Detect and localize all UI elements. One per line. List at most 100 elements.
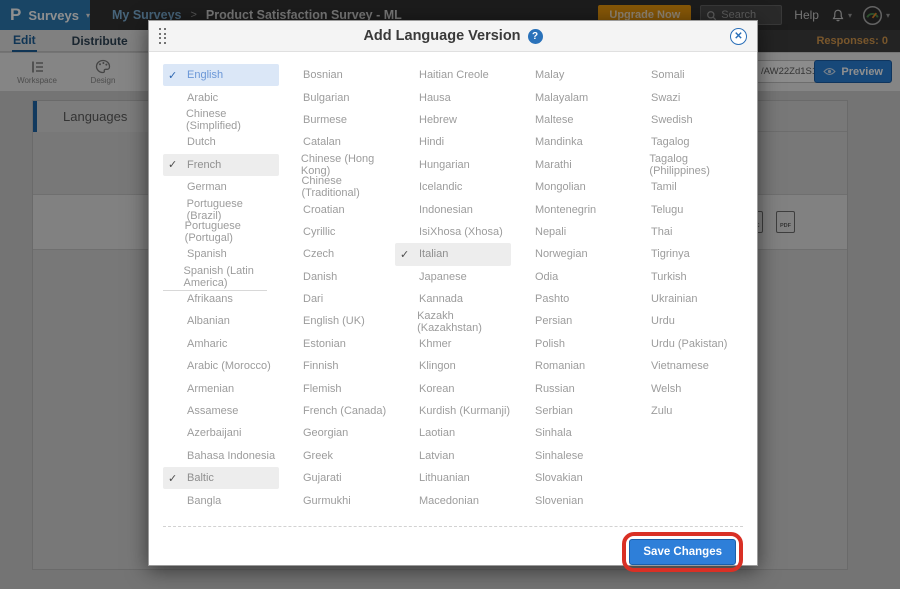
language-item[interactable]: Serbian bbox=[511, 400, 627, 422]
language-item[interactable]: Danish bbox=[279, 266, 395, 288]
language-item[interactable]: Chinese (Traditional) bbox=[279, 176, 395, 198]
language-item[interactable]: Hebrew bbox=[395, 109, 511, 131]
language-item[interactable]: Malayalam bbox=[511, 86, 627, 108]
language-item[interactable]: Czech bbox=[279, 243, 395, 265]
language-item[interactable]: Pashto bbox=[511, 288, 627, 310]
language-item[interactable]: Ukrainian bbox=[627, 288, 743, 310]
language-item[interactable]: Tagalog (Philippines) bbox=[627, 154, 743, 176]
language-item[interactable]: Bosnian bbox=[279, 64, 395, 86]
language-item[interactable]: Nepali bbox=[511, 221, 627, 243]
language-item[interactable]: Persian bbox=[511, 310, 627, 332]
language-item[interactable]: Armenian bbox=[163, 377, 279, 399]
language-item[interactable]: Kannada bbox=[395, 288, 511, 310]
language-item[interactable]: Portuguese (Brazil) bbox=[163, 198, 279, 220]
language-item[interactable]: Mongolian bbox=[511, 176, 627, 198]
drag-handle-icon[interactable] bbox=[159, 28, 167, 45]
language-item[interactable]: Swedish bbox=[627, 109, 743, 131]
language-item[interactable]: Malay bbox=[511, 64, 627, 86]
language-item[interactable]: Urdu (Pakistan) bbox=[627, 333, 743, 355]
language-item[interactable]: Indonesian bbox=[395, 198, 511, 220]
language-item[interactable]: Sinhala bbox=[511, 422, 627, 444]
help-question-icon[interactable]: ? bbox=[528, 29, 543, 44]
language-item[interactable]: Kurdish (Kurmanji) bbox=[395, 400, 511, 422]
language-item[interactable]: French (Canada) bbox=[279, 400, 395, 422]
language-item[interactable]: Thai bbox=[627, 221, 743, 243]
language-item[interactable]: Norwegian bbox=[511, 243, 627, 265]
language-item[interactable]: Urdu bbox=[627, 310, 743, 332]
language-item[interactable]: Zulu bbox=[627, 400, 743, 422]
language-item[interactable]: Vietnamese bbox=[627, 355, 743, 377]
language-item[interactable]: Dutch bbox=[163, 131, 279, 153]
language-item[interactable]: Somali bbox=[627, 64, 743, 86]
language-item[interactable]: Russian bbox=[511, 377, 627, 399]
language-item[interactable]: Dari bbox=[279, 288, 395, 310]
language-item[interactable]: Afrikaans bbox=[163, 288, 279, 310]
language-item[interactable]: Albanian bbox=[163, 310, 279, 332]
language-item[interactable]: Korean bbox=[395, 377, 511, 399]
language-item[interactable]: Montenegrin bbox=[511, 198, 627, 220]
language-item[interactable]: Latvian bbox=[395, 445, 511, 467]
language-item[interactable]: English (UK) bbox=[279, 310, 395, 332]
language-item[interactable]: Finnish bbox=[279, 355, 395, 377]
language-item[interactable]: Cyrillic bbox=[279, 221, 395, 243]
language-item[interactable]: Hausa bbox=[395, 86, 511, 108]
close-icon[interactable]: ✕ bbox=[730, 28, 747, 45]
language-item[interactable]: Estonian bbox=[279, 333, 395, 355]
language-item[interactable]: Turkish bbox=[627, 266, 743, 288]
language-item[interactable]: Khmer bbox=[395, 333, 511, 355]
language-item[interactable]: Arabic bbox=[163, 86, 279, 108]
language-item[interactable]: Maltese bbox=[511, 109, 627, 131]
language-item[interactable]: Romanian bbox=[511, 355, 627, 377]
language-item[interactable]: Tagalog bbox=[627, 131, 743, 153]
language-item[interactable]: Macedonian bbox=[395, 489, 511, 511]
language-item[interactable]: Arabic (Morocco) bbox=[163, 355, 279, 377]
language-item[interactable]: Chinese (Hong Kong) bbox=[279, 154, 395, 176]
language-item[interactable]: ✓English bbox=[163, 64, 279, 86]
language-item[interactable]: Sinhalese bbox=[511, 445, 627, 467]
language-item[interactable]: IsiXhosa (Xhosa) bbox=[395, 221, 511, 243]
language-item[interactable]: Bulgarian bbox=[279, 86, 395, 108]
language-item[interactable]: Gujarati bbox=[279, 467, 395, 489]
language-item[interactable]: Welsh bbox=[627, 377, 743, 399]
language-item[interactable]: Flemish bbox=[279, 377, 395, 399]
language-item[interactable]: Polish bbox=[511, 333, 627, 355]
language-item[interactable]: Laotian bbox=[395, 422, 511, 444]
language-item[interactable]: Croatian bbox=[279, 198, 395, 220]
language-item[interactable]: ✓French bbox=[163, 154, 279, 176]
language-item[interactable]: Spanish (Latin America) bbox=[163, 266, 279, 288]
language-item[interactable]: Catalan bbox=[279, 131, 395, 153]
language-item[interactable]: Telugu bbox=[627, 198, 743, 220]
language-item[interactable]: German bbox=[163, 176, 279, 198]
language-item[interactable]: Azerbaijani bbox=[163, 422, 279, 444]
language-item[interactable]: Assamese bbox=[163, 400, 279, 422]
language-item[interactable]: Mandinka bbox=[511, 131, 627, 153]
language-item[interactable]: Slovenian bbox=[511, 489, 627, 511]
language-item[interactable]: Slovakian bbox=[511, 467, 627, 489]
language-item[interactable]: Kazakh (Kazakhstan) bbox=[395, 310, 511, 332]
save-changes-button[interactable]: Save Changes bbox=[629, 539, 736, 565]
language-item[interactable]: Amharic bbox=[163, 333, 279, 355]
language-item[interactable]: Georgian bbox=[279, 422, 395, 444]
language-item[interactable]: Japanese bbox=[395, 266, 511, 288]
language-item[interactable]: Haitian Creole bbox=[395, 64, 511, 86]
language-item[interactable]: ✓Italian bbox=[395, 243, 511, 265]
language-item[interactable]: Odia bbox=[511, 266, 627, 288]
language-item[interactable]: Chinese (Simplified) bbox=[163, 109, 279, 131]
language-item[interactable]: Bangla bbox=[163, 489, 279, 511]
language-item[interactable]: ✓Baltic bbox=[163, 467, 279, 489]
language-item[interactable]: Marathi bbox=[511, 154, 627, 176]
language-item[interactable]: Klingon bbox=[395, 355, 511, 377]
language-item[interactable]: Tamil bbox=[627, 176, 743, 198]
language-item[interactable]: Hungarian bbox=[395, 154, 511, 176]
language-item[interactable]: Lithuanian bbox=[395, 467, 511, 489]
language-item[interactable]: Icelandic bbox=[395, 176, 511, 198]
language-item[interactable]: Portuguese (Portugal) bbox=[163, 221, 279, 243]
language-item[interactable]: Burmese bbox=[279, 109, 395, 131]
language-item[interactable]: Hindi bbox=[395, 131, 511, 153]
language-item[interactable]: Greek bbox=[279, 445, 395, 467]
language-item[interactable]: Swazi bbox=[627, 86, 743, 108]
language-item[interactable]: Spanish bbox=[163, 243, 279, 265]
language-item[interactable]: Bahasa Indonesia bbox=[163, 445, 279, 467]
language-item[interactable]: Tigrinya bbox=[627, 243, 743, 265]
language-item[interactable]: Gurmukhi bbox=[279, 489, 395, 511]
